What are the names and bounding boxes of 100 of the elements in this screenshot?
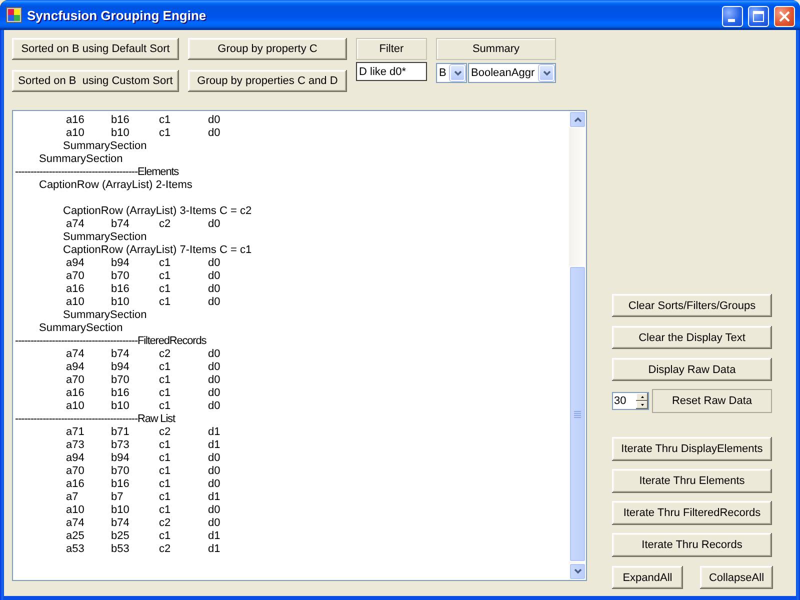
vertical-scrollbar[interactable] bbox=[569, 111, 586, 580]
record-value: d1 bbox=[208, 426, 220, 439]
record-value: d1 bbox=[208, 439, 220, 452]
record-value: b16 bbox=[111, 283, 130, 296]
record-value: d0 bbox=[208, 348, 220, 361]
caret-up-icon bbox=[640, 396, 644, 398]
record-value: b10 bbox=[111, 504, 130, 517]
record-value: b70 bbox=[111, 465, 130, 478]
record-value: c1 bbox=[159, 361, 171, 374]
record-value: d0 bbox=[208, 127, 220, 140]
iterate-button[interactable]: Iterate Thru DisplayElements bbox=[612, 437, 772, 461]
filter-label: Filter bbox=[356, 38, 427, 60]
record-value: c2 bbox=[159, 543, 171, 556]
record-value: b7 bbox=[111, 491, 124, 504]
record-value: a70 bbox=[66, 270, 84, 283]
record-value: a10 bbox=[66, 504, 84, 517]
group-button[interactable]: Group by property C bbox=[188, 38, 347, 60]
section-separator: ----------------------------------------Raw List bbox=[15, 413, 175, 426]
record-value: d0 bbox=[208, 374, 220, 387]
record-value: d1 bbox=[208, 530, 220, 543]
record-value: a94 bbox=[66, 361, 84, 374]
record-value: b74 bbox=[111, 517, 130, 530]
output-text-box[interactable] bbox=[12, 110, 587, 581]
record-value: b70 bbox=[111, 270, 130, 283]
app-icon bbox=[6, 7, 22, 23]
record-value: a53 bbox=[66, 543, 84, 556]
record-value: d0 bbox=[208, 387, 220, 400]
record-value: b71 bbox=[111, 426, 130, 439]
record-value: d0 bbox=[208, 218, 220, 231]
record-value: c1 bbox=[159, 257, 171, 270]
record-value: a74 bbox=[66, 218, 84, 231]
spin-up-button[interactable] bbox=[636, 393, 648, 401]
record-value: c2 bbox=[159, 348, 171, 361]
action-button[interactable]: Clear the Display Text bbox=[612, 326, 772, 349]
sort-button[interactable]: Sorted on B using Custom Sort bbox=[12, 70, 179, 92]
record-value: d0 bbox=[208, 361, 220, 374]
scroll-up-button[interactable] bbox=[569, 111, 586, 128]
count-spinner[interactable]: 30 bbox=[612, 392, 649, 410]
record-value: b25 bbox=[111, 530, 130, 543]
group-button[interactable]: Group by properties C and D bbox=[188, 70, 347, 92]
tree-button[interactable]: CollapseAll bbox=[700, 566, 773, 589]
record-value: a10 bbox=[66, 400, 84, 413]
action-button[interactable]: Display Raw Data bbox=[612, 358, 772, 381]
dropdown-button[interactable] bbox=[450, 65, 465, 81]
aggregate-combo[interactable]: BooleanAggr bbox=[468, 63, 556, 83]
spin-down-button[interactable] bbox=[636, 401, 648, 409]
caption-row-text: CaptionRow (ArrayList) 3-Items C = c2 bbox=[63, 205, 252, 218]
action-button[interactable]: Clear Sorts/Filters/Groups bbox=[612, 294, 772, 317]
record-value: b94 bbox=[111, 361, 130, 374]
record-value: d0 bbox=[208, 114, 220, 127]
record-value: c1 bbox=[159, 452, 171, 465]
record-value: c1 bbox=[159, 114, 171, 127]
field-combo[interactable]: B bbox=[436, 63, 467, 83]
record-value: b70 bbox=[111, 374, 130, 387]
record-value: c1 bbox=[159, 374, 171, 387]
record-value: c1 bbox=[159, 504, 171, 517]
record-value: c1 bbox=[159, 439, 171, 452]
record-value: b53 bbox=[111, 543, 130, 556]
summary-section-text: SummarySection bbox=[39, 322, 123, 335]
record-value: a94 bbox=[66, 452, 84, 465]
maximize-icon bbox=[753, 10, 764, 22]
tree-button[interactable]: ExpandAll bbox=[612, 566, 683, 589]
record-value: c1 bbox=[159, 465, 171, 478]
record-value: a7 bbox=[66, 491, 78, 504]
record-value: d1 bbox=[208, 491, 220, 504]
record-value: c1 bbox=[159, 491, 171, 504]
sort-button[interactable]: Sorted on B using Default Sort bbox=[12, 38, 179, 60]
record-value: b74 bbox=[111, 348, 130, 361]
iterate-button[interactable]: Iterate Thru FilteredRecords bbox=[612, 501, 772, 525]
summary-section-text: SummarySection bbox=[63, 309, 147, 322]
filter-input[interactable]: D like d0* bbox=[356, 62, 427, 81]
record-value: c2 bbox=[159, 426, 171, 439]
record-value: b16 bbox=[111, 478, 130, 491]
record-value: b74 bbox=[111, 218, 130, 231]
record-value: a94 bbox=[66, 257, 84, 270]
maximize-button[interactable] bbox=[748, 6, 769, 26]
record-value: a73 bbox=[66, 439, 84, 452]
record-value: c1 bbox=[159, 283, 171, 296]
chevron-down-icon bbox=[574, 569, 582, 574]
summary-label: Summary bbox=[436, 38, 556, 60]
record-value: d0 bbox=[208, 283, 220, 296]
record-value: a10 bbox=[66, 127, 84, 140]
record-value: d0 bbox=[208, 452, 220, 465]
record-value: c1 bbox=[159, 530, 171, 543]
reset-raw-data-button[interactable]: Reset Raw Data bbox=[652, 389, 772, 413]
dropdown-button[interactable] bbox=[539, 65, 554, 81]
iterate-button[interactable]: Iterate Thru Records bbox=[612, 533, 772, 557]
record-value: d0 bbox=[208, 257, 220, 270]
scroll-thumb[interactable] bbox=[569, 266, 586, 562]
iterate-button[interactable]: Iterate Thru Elements bbox=[612, 469, 772, 493]
minimize-button[interactable] bbox=[722, 6, 743, 26]
close-button[interactable] bbox=[774, 6, 795, 26]
record-value: d0 bbox=[208, 270, 220, 283]
record-value: b73 bbox=[111, 439, 130, 452]
record-value: d0 bbox=[208, 400, 220, 413]
record-value: a16 bbox=[66, 387, 84, 400]
scroll-down-button[interactable] bbox=[569, 563, 586, 580]
grip-icon bbox=[574, 410, 581, 418]
record-value: a16 bbox=[66, 478, 84, 491]
record-value: d0 bbox=[208, 465, 220, 478]
